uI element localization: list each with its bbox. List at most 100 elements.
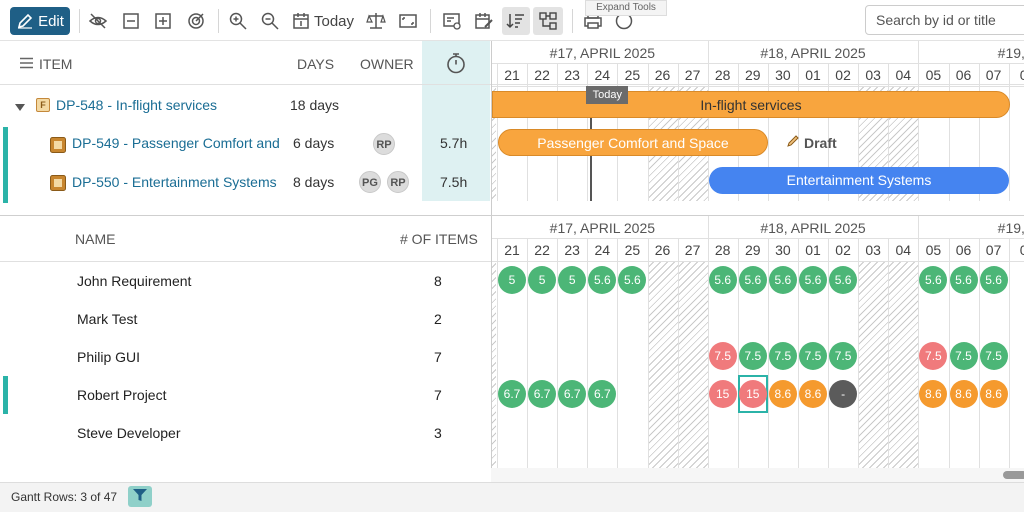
- resource-timeline: #17, APRIL 2025 #18, APRIL 2025 #19, MA 21 2…: [491, 216, 1024, 468]
- gantt-timeline: #17, APRIL 2025 #18, APRIL 2025 #19, MA 21 2…: [491, 41, 1024, 216]
- day-label: 03: [865, 242, 881, 258]
- gantt-bar-passenger-comfort[interactable]: Passenger Comfort and Space: [498, 129, 768, 156]
- hide-icon[interactable]: [86, 7, 110, 35]
- workload-cell[interactable]: 7.5: [738, 342, 767, 370]
- weekend-hatch: [647, 261, 678, 468]
- week-row-divider: [492, 63, 1024, 64]
- gantt-row-3-days: 8 days: [293, 174, 335, 190]
- workload-cell[interactable]: 5.6: [919, 266, 948, 294]
- horizontal-scrollbar[interactable]: [491, 468, 1024, 482]
- day-label: 01: [805, 242, 821, 258]
- dependencies-icon[interactable]: [533, 7, 563, 35]
- workload-cell[interactable]: 5: [528, 266, 557, 294]
- target-icon[interactable]: [184, 7, 208, 35]
- workload-cell[interactable]: 8.6: [949, 380, 978, 408]
- workload-cell[interactable]: 7.5: [979, 342, 1008, 370]
- day-label: 04: [895, 242, 912, 258]
- workload-cell[interactable]: 7.5: [708, 342, 737, 370]
- days-column-header[interactable]: DAYS: [297, 56, 334, 72]
- day-label: 29: [745, 67, 761, 83]
- workload-cell[interactable]: 5.6: [979, 266, 1008, 294]
- non-working-hatch: [492, 261, 496, 468]
- day-gridline: [677, 238, 679, 468]
- workload-cell[interactable]: 8.6: [799, 380, 827, 408]
- resource-name[interactable]: Steve Developer: [77, 425, 181, 441]
- item-column-header[interactable]: ITEM: [20, 56, 72, 72]
- today-button[interactable]: Today: [291, 7, 355, 35]
- resource-name[interactable]: Philip GUI: [77, 349, 140, 365]
- week-divider: [918, 216, 920, 238]
- day-label: 22: [534, 67, 550, 83]
- search-input[interactable]: Search by id or title: [865, 5, 1024, 35]
- workload-cell[interactable]: 6.7: [558, 380, 587, 408]
- owner-avatar[interactable]: PG: [359, 171, 381, 193]
- day-label: 27: [684, 242, 701, 258]
- edit-button[interactable]: Edit: [10, 7, 70, 35]
- day-label: 26: [654, 242, 671, 258]
- status-bar: Gantt Rows: 3 of 47: [0, 482, 1024, 512]
- workload-cell[interactable]: 7.5: [949, 342, 978, 370]
- zoom-out-icon[interactable]: [258, 7, 282, 35]
- gantt-row-2-days: 6 days: [293, 135, 335, 151]
- stopwatch-icon[interactable]: [445, 52, 467, 77]
- workload-cell[interactable]: 5.6: [708, 266, 737, 294]
- workload-cell[interactable]: 8.6: [768, 380, 797, 408]
- workload-cell[interactable]: 6.7: [528, 380, 557, 408]
- day-label: 03: [865, 67, 881, 83]
- owner-column-header[interactable]: OWNER: [360, 56, 414, 72]
- calendar-edit-icon[interactable]: [472, 7, 496, 35]
- expand-icon[interactable]: [152, 7, 174, 35]
- balance-icon[interactable]: [364, 7, 388, 35]
- toolbar-divider: [218, 9, 219, 33]
- workload-cell[interactable]: 7.5: [829, 342, 858, 370]
- resource-name[interactable]: Mark Test: [77, 311, 137, 327]
- workload-cell[interactable]: -: [829, 380, 858, 408]
- filter-button[interactable]: [128, 486, 152, 507]
- fullscreen-icon[interactable]: [396, 7, 420, 35]
- workload-cell[interactable]: 15: [708, 380, 737, 408]
- workload-cell[interactable]: 5.6: [738, 266, 767, 294]
- collapse-icon[interactable]: [120, 7, 142, 35]
- gantt-row-1-title[interactable]: DP-548 - In-flight services: [56, 97, 217, 113]
- menu-icon: [20, 56, 33, 72]
- scrollbar-thumb[interactable]: [1003, 471, 1024, 479]
- workload-cell[interactable]: 7.5: [768, 342, 797, 370]
- owner-avatar[interactable]: RP: [387, 171, 409, 193]
- workload-cell[interactable]: 5.6: [829, 266, 858, 294]
- owner-avatar[interactable]: RP: [373, 133, 395, 155]
- workload-cell[interactable]: 5.6: [799, 266, 827, 294]
- gantt-row-3-title[interactable]: DP-550 - Entertainment Systems: [72, 174, 277, 190]
- day-label: 01: [805, 67, 821, 83]
- workload-cell[interactable]: 6.7: [588, 380, 617, 408]
- resource-name[interactable]: John Requirement: [77, 273, 191, 289]
- day-label: 24: [594, 242, 611, 258]
- weekend-hatch: [677, 261, 708, 468]
- week-label: #19, MA: [997, 45, 1024, 61]
- day-label: 21: [504, 242, 520, 258]
- zoom-in-icon[interactable]: [226, 7, 250, 35]
- workload-cell[interactable]: 6.7: [498, 380, 526, 408]
- workload-cell[interactable]: 5.6: [588, 266, 617, 294]
- workload-cell[interactable]: 8.6: [979, 380, 1008, 408]
- day-label: 05: [925, 242, 942, 258]
- workload-cell[interactable]: 7.5: [919, 342, 948, 370]
- gantt-settings-icon[interactable]: [440, 7, 464, 35]
- workload-cell[interactable]: 5.6: [768, 266, 797, 294]
- workload-cell[interactable]: 15: [738, 380, 767, 408]
- day-label: 22: [534, 242, 550, 258]
- workload-cell[interactable]: 8.6: [919, 380, 948, 408]
- gantt-row-2-title[interactable]: DP-549 - Passenger Comfort and: [72, 135, 280, 151]
- day-label: 30: [775, 67, 791, 83]
- workload-cell[interactable]: 5.6: [618, 266, 647, 294]
- gantt-bar-in-flight-services[interactable]: In-flight services: [492, 91, 1010, 118]
- workload-cell[interactable]: 5.6: [949, 266, 978, 294]
- gantt-bar-entertainment-systems[interactable]: Entertainment Systems: [709, 167, 1009, 194]
- pencil-icon: [786, 134, 800, 151]
- expand-arrow-icon[interactable]: [15, 99, 25, 115]
- workload-cell[interactable]: 5: [558, 266, 587, 294]
- resource-name[interactable]: Robert Project: [77, 387, 166, 403]
- workload-cell[interactable]: 7.5: [799, 342, 827, 370]
- workload-cell[interactable]: 5: [498, 266, 526, 294]
- gantt-panel: ITEM DAYS OWNER F DP-548 - In-flight ser…: [0, 41, 1024, 216]
- sort-icon[interactable]: [502, 7, 530, 35]
